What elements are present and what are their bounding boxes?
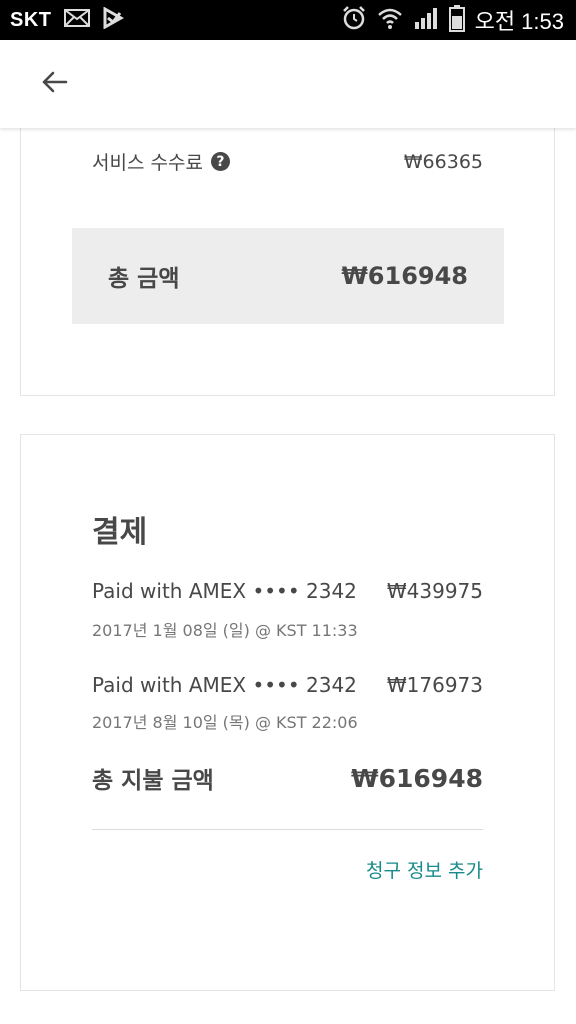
price-summary-card: 서비스 수수료 ? ₩66365 총 금액 ₩616948 bbox=[20, 110, 555, 396]
service-fee-label: 서비스 수수료 bbox=[92, 152, 203, 174]
service-fee-label-wrap: 서비스 수수료 ? bbox=[92, 148, 230, 175]
payment-title: 결제 bbox=[92, 515, 148, 550]
total-box: 총 금액 ₩616948 bbox=[72, 228, 504, 324]
payment-date: 2017년 1월 08일 (일) @ KST 11:33 bbox=[92, 621, 358, 640]
payment-amount: ₩176973 bbox=[386, 673, 483, 697]
total-paid-row: 총 지불 금액 ₩616948 bbox=[92, 761, 483, 795]
clock: 오전 1:53 bbox=[474, 9, 564, 34]
payment-item: Paid with AMEX •••• 2342 ₩176973 bbox=[92, 673, 483, 697]
service-fee-row: 서비스 수수료 ? ₩66365 bbox=[92, 148, 483, 175]
alarm-icon bbox=[341, 5, 367, 36]
total-paid-value: ₩616948 bbox=[351, 763, 483, 793]
payment-item: Paid with AMEX •••• 2342 ₩439975 bbox=[92, 579, 483, 603]
arrow-left-icon bbox=[40, 70, 68, 98]
service-fee-value: ₩66365 bbox=[403, 150, 483, 173]
help-icon[interactable]: ? bbox=[210, 152, 230, 171]
total-label: 총 금액 bbox=[108, 266, 180, 292]
payment-amount: ₩439975 bbox=[386, 579, 483, 603]
total-value: ₩616948 bbox=[341, 262, 468, 290]
back-button[interactable] bbox=[36, 68, 72, 100]
carrier-label: SKT bbox=[10, 8, 52, 31]
mail-icon bbox=[63, 8, 90, 33]
battery-icon bbox=[448, 4, 465, 37]
payment-card: 결제 Paid with AMEX •••• 2342 ₩439975 2017… bbox=[20, 434, 555, 991]
total-paid-label: 총 지불 금액 bbox=[92, 768, 214, 794]
wifi-icon bbox=[377, 6, 403, 35]
payment-date: 2017년 8월 10일 (목) @ KST 22:06 bbox=[92, 713, 358, 732]
status-right: 오전 1:53 bbox=[341, 4, 576, 37]
signal-icon bbox=[413, 6, 439, 35]
add-billing-info-link[interactable]: 청구 정보 추가 bbox=[363, 855, 483, 887]
payment-method: Paid with AMEX •••• 2342 bbox=[92, 579, 357, 603]
payment-method: Paid with AMEX •••• 2342 bbox=[92, 673, 357, 697]
play-store-icon bbox=[102, 5, 124, 34]
status-left: SKT bbox=[0, 5, 124, 34]
divider bbox=[92, 829, 483, 830]
status-bar: SKT 오전 1:53 bbox=[0, 0, 576, 40]
app-bar bbox=[0, 40, 576, 128]
